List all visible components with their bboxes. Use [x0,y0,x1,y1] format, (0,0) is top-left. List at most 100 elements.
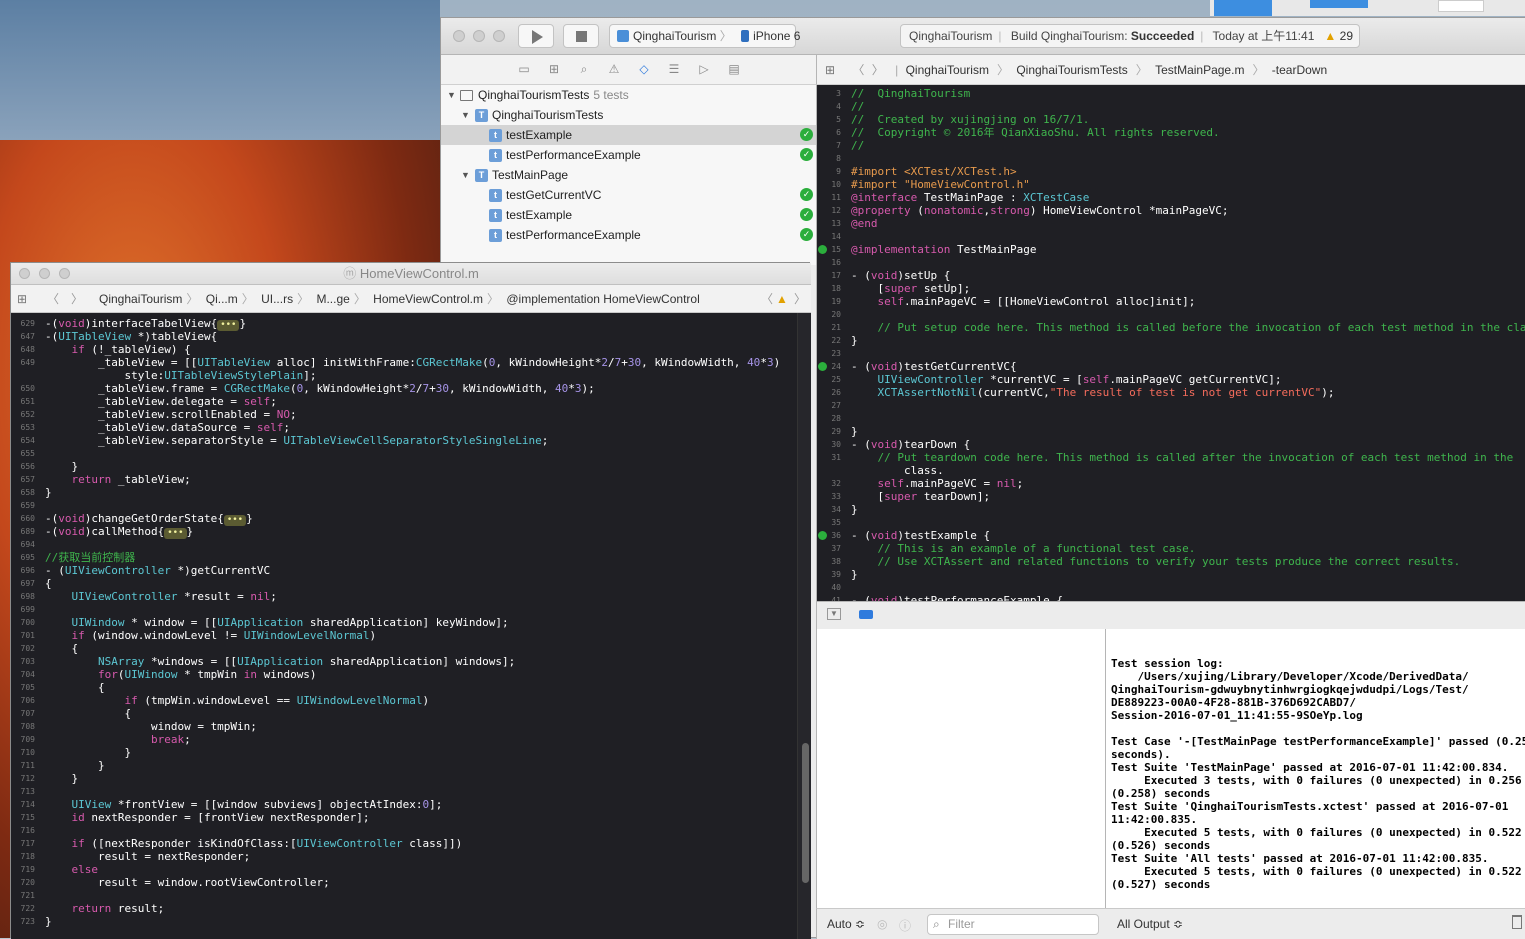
code-text: } [851,425,858,438]
test-navigator-icon[interactable]: ◇ [637,62,651,76]
scrollbar-thumb[interactable] [802,743,809,883]
zoom-window-button[interactable] [493,30,505,42]
test-passed-icon[interactable]: ✓ [800,208,813,221]
code-line: 3 // QinghaiTourism [817,87,1525,100]
line-number: 718 [20,852,35,861]
code-line: 654 _tableView.separatorStyle = UITableV… [11,434,811,447]
hide-debug-area-icon[interactable]: ▼ [827,608,841,620]
breadcrumb-group[interactable]: M...ge [316,292,349,306]
wallpaper-sky [0,0,440,140]
breadcrumb-project[interactable]: QinghaiTourism [906,63,989,77]
test-target-row[interactable]: ▼ T QinghaiTourismTests [441,105,816,125]
code-text: self.mainPageVC = [[HomeViewControl allo… [877,295,1196,308]
minimize-window-button[interactable] [473,30,485,42]
next-issue-icon[interactable]: 〉 [794,285,806,313]
test-row-selected[interactable]: t testExample ✓ [441,125,816,145]
warning-icon[interactable]: ▲ [776,285,788,313]
run-button[interactable] [518,24,554,48]
test-passed-icon[interactable]: ✓ [800,148,813,161]
test-passed-icon[interactable] [818,531,827,540]
code-line: 698 UIViewController *result = nil; [11,590,811,603]
test-passed-icon[interactable] [818,362,827,371]
back-arrow-icon[interactable]: 〈 [47,285,59,313]
line-number: 701 [20,631,35,640]
breakpoint-navigator-icon[interactable]: ▷ [697,62,711,76]
code-text: if (!_tableView) { [71,343,191,356]
test-passed-icon[interactable]: ✓ [800,188,813,201]
test-passed-icon[interactable] [818,245,827,254]
code-line: 719 else [11,863,811,876]
breadcrumb-group[interactable]: UI...rs [261,292,293,306]
disclosure-triangle-icon[interactable]: ▼ [447,85,456,105]
filter-input[interactable]: Filter [927,914,1099,935]
source-editor[interactable]: 629 -(void)interfaceTabelView{•••} 647 -(UI… [11,313,811,939]
stop-button[interactable] [563,24,599,48]
test-row[interactable]: t testGetCurrentVC ✓ [441,185,816,205]
console-view[interactable]: Test session log: /Users/xujing/Library/… [1105,629,1525,908]
forward-arrow-icon[interactable]: 〉 [71,285,83,313]
issue-navigator-icon[interactable]: ⚠ [607,62,621,76]
code-line: 695 //获取当前控制器 [11,551,811,564]
breadcrumb-group[interactable]: Qi...m [206,292,238,306]
line-number: 697 [20,579,35,588]
line-number: 657 [20,475,35,484]
window-title: HomeViewControl.m [359,266,479,281]
related-items-icon[interactable]: ⊞ [17,285,27,313]
code-text: _tableView.dataSource = self; [45,421,291,434]
line-number: 721 [20,891,35,900]
tree-label: testExample [506,208,573,222]
scheme-selector[interactable]: QinghaiTourism 〉 iPhone 6 [609,24,800,48]
breadcrumb-method[interactable]: -tearDown [1272,63,1327,77]
debug-navigator-icon[interactable]: ☰ [667,62,681,76]
code-line: 715 id nextResponder = [frontView nextRe… [11,811,811,824]
breadcrumb-symbol[interactable]: @implementation HomeViewControl [506,292,699,306]
test-row[interactable]: t testPerformanceExample ✓ [441,225,816,245]
close-window-button[interactable] [19,268,30,279]
code-line: 696 - (UIViewController *)getCurrentVC [11,564,811,577]
code-text: // [851,139,865,152]
code-line: 13 @end [817,217,1525,230]
test-class-row[interactable]: ▼ T TestMainPage [441,165,816,185]
disclosure-triangle-icon[interactable]: ▼ [461,165,470,185]
test-source-editor[interactable]: 3 // QinghaiTourism 4 // 5 // Created by xuji… [816,85,1525,601]
test-row[interactable]: t testExample ✓ [441,205,816,225]
related-items-icon[interactable]: ⊞ [825,63,835,77]
test-passed-icon[interactable]: ✓ [800,228,813,241]
previous-issue-icon[interactable]: 〈 [761,285,773,313]
project-navigator-icon[interactable]: ▭ [517,62,531,76]
code-text: self.mainPageVC = nil; [877,477,1024,490]
code-line: 12 @property (nonatomic,strong) HomeViewC… [817,204,1525,217]
disclosure-triangle-icon[interactable]: ▼ [461,105,470,125]
warnings-indicator[interactable]: ▲ 29 [1324,25,1353,47]
breadcrumb-project[interactable]: QinghaiTourism [99,292,182,306]
forward-arrow-icon[interactable]: 〉 [872,63,884,77]
line-number: 658 [20,488,35,497]
info-icon[interactable]: ⓘ [899,917,911,934]
test-row[interactable]: t testPerformanceExample ✓ [441,145,816,165]
find-navigator-icon[interactable]: ⌕ [577,62,591,76]
line-number: 648 [20,345,35,354]
breadcrumb-file[interactable]: TestMainPage.m [1155,63,1244,77]
breakpoints-toggle-icon[interactable] [859,610,873,619]
code-text: } [45,759,105,772]
code-text: @implementation TestMainPage [851,243,1037,256]
code-line: 709 break; [11,733,811,746]
code-text: // [851,100,865,113]
zoom-window-button[interactable] [59,268,70,279]
test-bundle-root[interactable]: ▼ QinghaiTourismTests 5 tests [441,85,816,105]
output-select[interactable]: All Output ≎ [1117,917,1183,931]
trash-icon[interactable] [1512,915,1522,929]
variables-scope-select[interactable]: Auto ≎ [827,917,865,931]
code-line: 21 // Put setup code here. This method i… [817,321,1525,334]
back-arrow-icon[interactable]: 〈 [852,63,864,77]
code-line: 35 [817,516,1525,529]
minimize-window-button[interactable] [39,268,50,279]
close-window-button[interactable] [453,30,465,42]
report-navigator-icon[interactable]: ▤ [727,62,741,76]
symbol-navigator-icon[interactable]: ⊞ [547,62,561,76]
eye-icon[interactable]: ◎ [877,917,887,931]
test-passed-icon[interactable]: ✓ [800,128,813,141]
breadcrumb-group[interactable]: QinghaiTourismTests [1016,63,1127,77]
test-method-icon: t [489,209,502,222]
breadcrumb-file[interactable]: HomeViewControl.m [373,292,483,306]
